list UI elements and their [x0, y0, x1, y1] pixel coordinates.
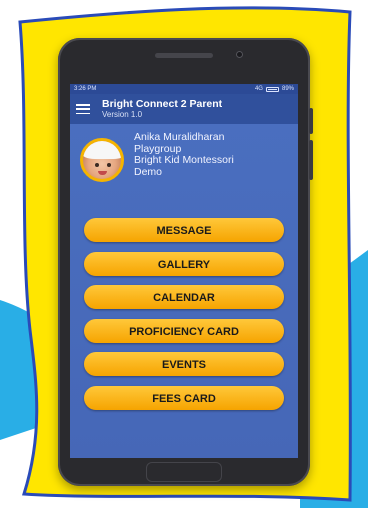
school-name: Bright Kid Montessori: [134, 154, 234, 166]
front-camera: [236, 51, 243, 58]
network-label: 4G: [254, 86, 263, 92]
app-title-block: Bright Connect 2 Parent Version 1.0: [102, 98, 222, 120]
profile-details: Anika Muralidharan Playgroup Bright Kid …: [134, 131, 234, 178]
app-title: Bright Connect 2 Parent: [102, 98, 223, 110]
hamburger-menu-icon[interactable]: [76, 104, 90, 114]
volume-up-button: [309, 108, 313, 134]
student-profile: Anika Muralidharan Playgroup Bright Kid …: [70, 124, 298, 208]
message-button[interactable]: MESSAGE: [84, 218, 284, 242]
proficiency-card-button[interactable]: PROFICIENCY CARD: [84, 318, 284, 343]
menu-buttons: MESSAGE GALLERY CALENDAR PROFICIENCY CAR…: [70, 208, 298, 410]
speaker-grille: [155, 53, 213, 58]
gallery-button[interactable]: GALLERY: [84, 251, 284, 276]
fees-card-button[interactable]: FEES CARD: [84, 385, 284, 410]
status-bar: 3:26 PM 4G 89%: [70, 84, 298, 94]
status-icons: 4G 89%: [255, 86, 294, 92]
events-button[interactable]: EVENTS: [84, 352, 284, 376]
volume-down-button: [309, 140, 313, 180]
status-time: 3:26 PM: [74, 86, 97, 92]
school-branch: Demo: [134, 165, 163, 178]
battery-icon: [265, 86, 279, 92]
phone-frame: 3:26 PM 4G 89% Bright Connect 2 Parent V…: [58, 38, 313, 486]
calendar-button[interactable]: CALENDAR: [84, 285, 284, 309]
app-screen: 3:26 PM 4G 89% Bright Connect 2 Parent V…: [70, 84, 298, 458]
student-name: Anika Muralidharan: [134, 131, 225, 143]
app-version: Version 1.0: [102, 110, 143, 119]
battery-level: 89%: [281, 86, 294, 92]
home-button[interactable]: [146, 462, 222, 482]
app-bar: Bright Connect 2 Parent Version 1.0: [70, 94, 298, 124]
child-avatar[interactable]: [80, 138, 124, 182]
